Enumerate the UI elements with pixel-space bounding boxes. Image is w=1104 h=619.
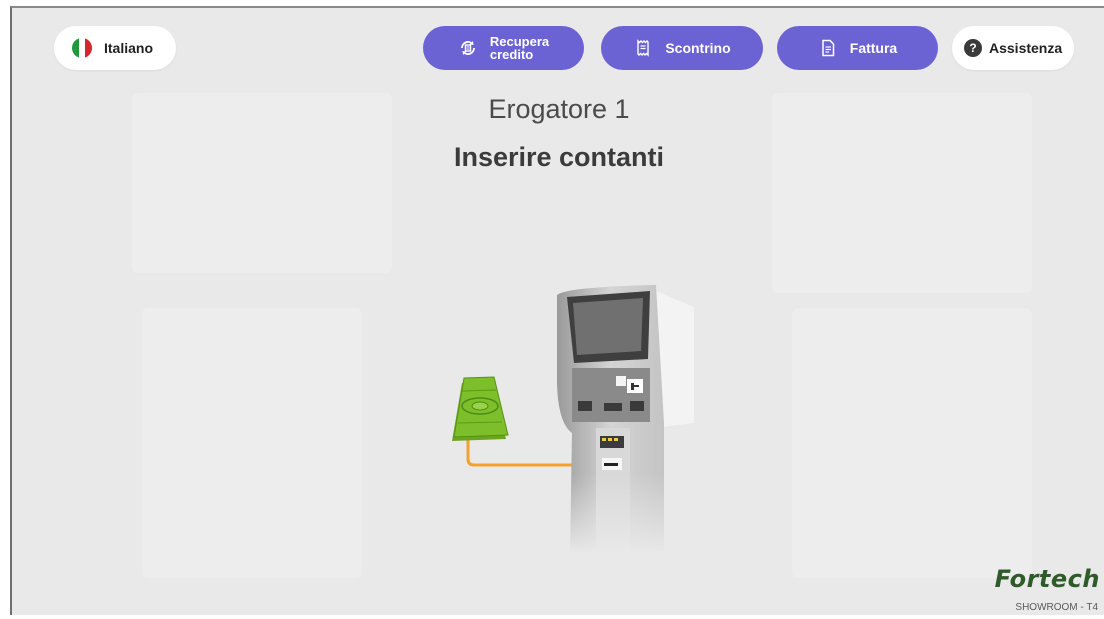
invoice-label: Fattura [849, 40, 898, 56]
help-button[interactable]: ? Assistenza [952, 26, 1074, 70]
instruction-text: Inserire contanti [453, 142, 665, 172]
receipt-icon [637, 39, 650, 57]
invoice-button[interactable]: Fattura [777, 26, 938, 70]
banknote-icon [452, 376, 509, 441]
question-icon: ? [964, 39, 982, 57]
kiosk-screen: Italiano Recupera credito Scontrino Fatt… [10, 6, 1104, 615]
invoice-icon [822, 39, 835, 57]
window-frame: Italiano Recupera credito Scontrino Fatt… [0, 0, 1104, 619]
dispenser-title: Erogatore 1 [488, 94, 630, 124]
receipt-label: Scontrino [665, 40, 731, 56]
location-label: SHOWROOM - T4 [1015, 602, 1098, 613]
recover-credit-label-line2: credito [489, 47, 534, 62]
language-button[interactable]: Italiano [54, 26, 176, 70]
insert-cash-kiosk-illustration [452, 285, 702, 555]
receipt-button[interactable]: Scontrino [601, 26, 763, 70]
italy-flag-icon [72, 38, 92, 58]
brand-logo: Fortech [994, 565, 1100, 593]
help-label: Assistenza [989, 40, 1063, 56]
language-label: Italiano [104, 40, 154, 56]
recover-credit-icon [460, 41, 475, 55]
recover-credit-button[interactable]: Recupera credito [423, 26, 584, 70]
background-decoration [792, 308, 1032, 578]
background-decoration [142, 308, 362, 578]
recover-credit-label: Recupera credito [490, 35, 549, 61]
